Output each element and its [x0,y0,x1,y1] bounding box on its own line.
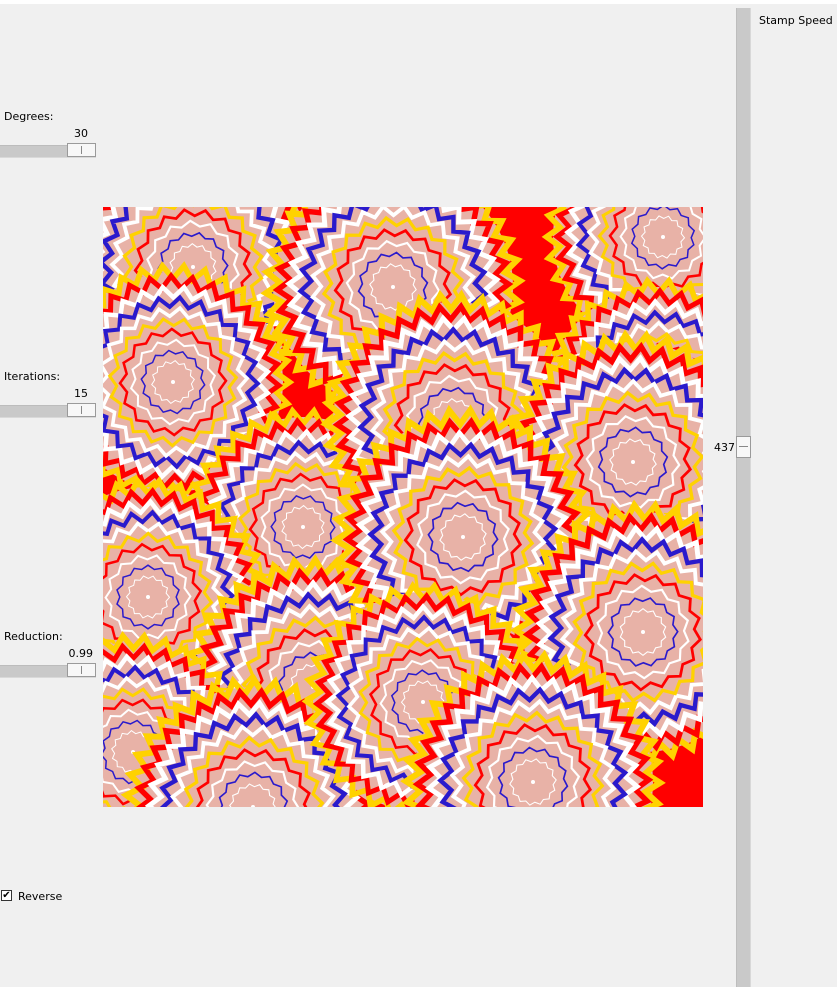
degrees-label: Degrees: [4,110,54,123]
window-top-strip [0,0,837,4]
reverse-label[interactable]: Reverse [18,890,62,903]
iterations-slider-thumb[interactable] [67,403,96,417]
degrees-value: 30 [74,127,88,140]
degrees-slider-thumb[interactable] [67,143,96,157]
degrees-slider[interactable] [0,143,96,158]
reduction-label: Reduction: [4,630,63,643]
stamp-speed-label: Stamp Speed [759,14,833,27]
illusion-image [103,207,703,807]
iterations-label: Iterations: [4,370,61,383]
stamp-speed-slider-thumb[interactable] [736,436,751,458]
stamp-speed-value: 437 [714,441,735,454]
stamp-speed-slider[interactable] [736,8,751,987]
reduction-slider-thumb[interactable] [67,663,96,677]
reverse-checkbox[interactable]: ✔ [1,890,12,901]
iterations-value: 15 [74,387,88,400]
iterations-slider[interactable] [0,403,96,418]
checkmark-icon: ✔ [2,890,11,901]
illusion-canvas[interactable] [103,207,703,807]
reduction-slider[interactable] [0,663,96,678]
reduction-value: 0.99 [68,647,94,660]
